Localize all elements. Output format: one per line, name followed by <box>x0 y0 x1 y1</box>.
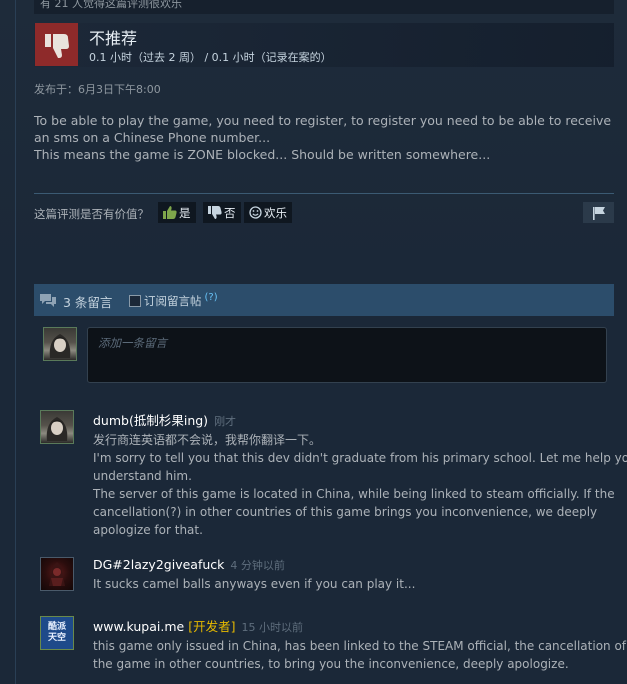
comments-header-bar: 3 条留言 订阅留言帖 (?) <box>34 284 614 316</box>
subscribe-label: 订阅留言帖 <box>144 294 202 308</box>
avatar[interactable] <box>43 327 77 361</box>
developer-badge: [开发者] <box>188 619 236 634</box>
thumbs-down-icon <box>44 33 69 58</box>
recommendation-title: 不推荐 <box>89 29 138 48</box>
vote-no-button[interactable]: 否 <box>203 202 241 223</box>
comment-text: this game only issued in China, has been… <box>93 637 627 673</box>
vote-funny-label: 欢乐 <box>264 205 287 220</box>
comment-header: dumb(抵制杉果ing) 刚才 <box>93 410 623 429</box>
vote-yes-label: 是 <box>179 205 191 220</box>
comment-count: 3 条留言 <box>63 295 113 310</box>
divider <box>34 193 614 194</box>
comment-item: DG#2lazy2giveafuck 4 分钟以前 It sucks camel … <box>93 557 623 593</box>
smiley-icon <box>249 206 262 219</box>
comment-line: the game in other countries, to bring yo… <box>93 657 569 671</box>
subscribe-thread[interactable]: 订阅留言帖 (?) <box>129 292 218 309</box>
report-flag-button[interactable] <box>583 202 614 223</box>
avatar-logo-text: 酷派 <box>47 622 66 632</box>
review-page: 有 21 人觉得这篇评测很欢乐 不推荐 0.1 小时（过去 2 周） / 0.1… <box>0 0 627 684</box>
flag-icon <box>592 206 605 220</box>
comment-line: It sucks camel balls anyways even if you… <box>93 577 416 591</box>
vote-yes-button[interactable]: 是 <box>158 202 196 223</box>
subscribe-checkbox[interactable] <box>129 295 141 307</box>
thumbs-down-icon <box>208 206 222 219</box>
comment-author[interactable]: www.kupai.me <box>93 619 184 634</box>
vote-no-label: 否 <box>224 205 236 220</box>
comment-author[interactable]: DG#2lazy2giveafuck <box>93 557 224 572</box>
comment-header: DG#2lazy2giveafuck 4 分钟以前 <box>93 557 623 573</box>
comment-line: 发行商连英语都不会说，我帮你翻译一下。 <box>93 433 322 447</box>
help-link[interactable]: (?) <box>205 292 218 303</box>
comment-input[interactable] <box>88 328 606 382</box>
review-header: 不推荐 0.1 小时（过去 2 周） / 0.1 小时（记录在案的） <box>34 23 614 67</box>
comment-item: dumb(抵制杉果ing) 刚才 发行商连英语都不会说，我帮你翻译一下。 I'm … <box>93 410 627 539</box>
comment-line: cancellation(?) in other countries of th… <box>93 505 598 519</box>
comment-item: www.kupai.me [开发者] 15 小时以前 this game only … <box>93 616 627 673</box>
review-body-line: To be able to play the game, you need to… <box>34 113 612 128</box>
comment-line: apologize for that. <box>93 523 203 537</box>
helpful-question: 这篇评测是否有价值？ <box>34 207 149 221</box>
comment-text: It sucks camel balls anyways even if you… <box>93 575 623 593</box>
thumbs-up-icon <box>163 206 177 219</box>
avatar-image <box>49 334 71 358</box>
left-divider <box>15 0 16 684</box>
comment-author[interactable]: dumb(抵制杉果ing) <box>93 413 208 428</box>
comment-line: I'm sorry to tell you that this dev didn… <box>93 451 627 465</box>
comment-avatar[interactable] <box>40 557 74 591</box>
comment-line: this game only issued in China, has been… <box>93 639 627 653</box>
avatar-image <box>49 562 65 586</box>
comment-time: 15 小时以前 <box>241 621 303 634</box>
review-body-line: This means the game is ZONE blocked... S… <box>34 147 491 162</box>
comment-line: understand him. <box>93 469 192 483</box>
review-body-line: an sms on a Chinese Phone number... <box>34 130 271 145</box>
comment-header: www.kupai.me [开发者] 15 小时以前 <box>93 616 623 635</box>
playtime-hours: 0.1 小时（过去 2 周） / 0.1 小时（记录在案的） <box>89 51 332 64</box>
avatar-logo-text: 天空 <box>47 633 66 643</box>
comment-avatar[interactable] <box>40 410 74 444</box>
helpful-count-text: 有 21 人觉得这篇评测很欢乐 <box>40 0 182 10</box>
comment-avatar[interactable]: 酷派 天空 <box>40 616 74 650</box>
comment-input-box[interactable] <box>87 327 607 383</box>
comment-text: 发行商连英语都不会说，我帮你翻译一下。 I'm sorry to tell yo… <box>93 431 627 539</box>
comment-bubble-icon <box>40 294 56 307</box>
thumbs-down-badge <box>35 23 78 66</box>
posted-date: 发布于：6月3日下午8:00 <box>34 83 161 96</box>
review-body: To be able to play the game, you need to… <box>34 112 614 163</box>
avatar-image <box>46 417 68 441</box>
comment-time: 刚才 <box>214 415 237 428</box>
comment-time: 4 分钟以前 <box>230 559 285 572</box>
comment-line: The server of this game is located in Ch… <box>93 487 615 501</box>
helpful-count-strip: 有 21 人觉得这篇评测很欢乐 <box>34 0 614 14</box>
vote-funny-button[interactable]: 欢乐 <box>244 202 292 223</box>
helpful-vote-row: 这篇评测是否有价值？ 是 否 欢乐 <box>34 201 614 225</box>
